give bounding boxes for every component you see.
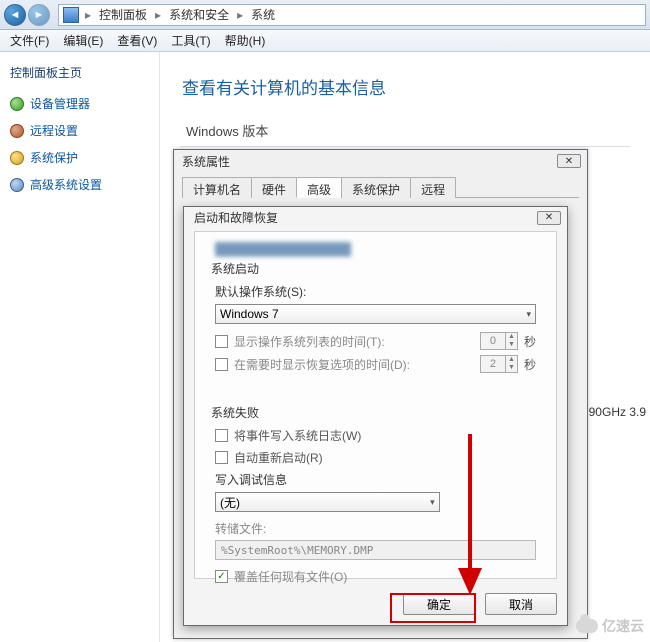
- unit-seconds: 秒: [524, 356, 536, 373]
- show-recovery-checkbox[interactable]: [215, 358, 228, 371]
- tab-strip: 计算机名 硬件 高级 系统保护 远程: [182, 176, 579, 198]
- overwrite-checkbox[interactable]: ✓: [215, 570, 228, 583]
- dump-file-path[interactable]: [215, 540, 536, 560]
- chevron-right-icon: ▸: [153, 8, 163, 22]
- nav-buttons: ◄ ►: [0, 4, 54, 26]
- menu-edit[interactable]: 编辑(E): [57, 30, 109, 51]
- recovery-time-spinner[interactable]: ▲▼: [480, 355, 518, 373]
- write-log-checkbox[interactable]: [215, 429, 228, 442]
- group-startup: 系统启动: [211, 260, 536, 277]
- cpu-ghz-fragment: .90GHz 3.9: [585, 405, 646, 419]
- cloud-icon: [576, 619, 598, 633]
- default-os-label: 默认操作系统(S):: [215, 283, 536, 300]
- startup-recovery-dialog: 启动和故障恢复 ✕ ████████████████ 系统启动 默认操作系统(S…: [183, 206, 568, 626]
- chevron-down-icon: ▾: [430, 497, 435, 508]
- tab-system-protection[interactable]: 系统保护: [341, 177, 411, 198]
- sidebar-title: 控制面板主页: [10, 64, 149, 81]
- remote-settings-icon: [10, 124, 24, 138]
- write-log-row: 将事件写入系统日志(W): [215, 427, 536, 444]
- spinner-buttons[interactable]: ▲▼: [505, 333, 517, 349]
- watermark-text: 亿速云: [602, 616, 644, 636]
- default-os-select[interactable]: Windows 7 ▾: [215, 304, 536, 324]
- select-value: Windows 7: [220, 307, 279, 321]
- nav-forward-button[interactable]: ►: [28, 4, 50, 26]
- blurred-text: ████████████████: [215, 242, 536, 256]
- address-bar: ◄ ► ▸ 控制面板 ▸ 系统和安全 ▸ 系统: [0, 0, 650, 30]
- sidebar-link-remote[interactable]: 远程设置: [10, 122, 149, 139]
- dump-file-label: 转储文件:: [215, 520, 536, 537]
- show-os-label: 显示操作系统列表的时间(T):: [234, 333, 474, 350]
- overwrite-label: 覆盖任何现有文件(O): [234, 568, 347, 585]
- windows-version-heading: Windows 版本: [186, 121, 630, 140]
- sidebar-link-protection[interactable]: 系统保护: [10, 149, 149, 166]
- sidebar-link-label: 系统保护: [30, 149, 78, 166]
- show-os-time-row: 显示操作系统列表的时间(T): ▲▼ 秒: [215, 332, 536, 350]
- tab-remote[interactable]: 远程: [410, 177, 456, 198]
- recovery-time-value[interactable]: [481, 356, 505, 372]
- sidebar-link-label: 远程设置: [30, 122, 78, 139]
- watermark: 亿速云: [576, 616, 644, 636]
- unit-seconds: 秒: [524, 333, 536, 350]
- show-recovery-time-row: 在需要时显示恢复选项的时间(D): ▲▼ 秒: [215, 355, 536, 373]
- sidebar: 控制面板主页 设备管理器 远程设置 系统保护 高级系统设置: [0, 52, 160, 642]
- select-value: (无): [220, 494, 240, 511]
- close-button[interactable]: ✕: [557, 154, 581, 168]
- dump-info-label: 写入调试信息: [215, 471, 536, 488]
- advanced-settings-icon: [10, 178, 24, 192]
- menu-bar: 文件(F) 编辑(E) 查看(V) 工具(T) 帮助(H): [0, 30, 650, 52]
- group-failure: 系统失败: [211, 404, 536, 421]
- sidebar-link-device-manager[interactable]: 设备管理器: [10, 95, 149, 112]
- dialog-body: ████████████████ 系统启动 默认操作系统(S): Windows…: [194, 231, 557, 579]
- breadcrumb[interactable]: ▸ 控制面板 ▸ 系统和安全 ▸ 系统: [58, 4, 646, 26]
- show-recovery-label: 在需要时显示恢复选项的时间(D):: [234, 356, 474, 373]
- device-manager-icon: [10, 97, 24, 111]
- cancel-button[interactable]: 取消: [485, 593, 557, 615]
- overwrite-row: ✓ 覆盖任何现有文件(O): [215, 568, 536, 585]
- sidebar-link-label: 高级系统设置: [30, 176, 102, 193]
- breadcrumb-seg-1[interactable]: 控制面板: [93, 5, 153, 25]
- show-os-checkbox[interactable]: [215, 335, 228, 348]
- breadcrumb-seg-3[interactable]: 系统: [245, 5, 281, 25]
- write-log-label: 将事件写入系统日志(W): [234, 427, 361, 444]
- chevron-right-icon: ▸: [235, 8, 245, 22]
- menu-file[interactable]: 文件(F): [4, 30, 55, 51]
- chevron-down-icon: ▾: [526, 309, 531, 320]
- divider: [180, 146, 630, 147]
- close-button[interactable]: ✕: [537, 211, 561, 225]
- breadcrumb-seg-2[interactable]: 系统和安全: [163, 5, 235, 25]
- system-protection-icon: [10, 151, 24, 165]
- control-panel-icon: [63, 7, 79, 23]
- nav-back-button[interactable]: ◄: [4, 4, 26, 26]
- dialog-title: 系统属性: [182, 153, 230, 170]
- chevron-right-icon: ▸: [83, 8, 93, 22]
- auto-restart-label: 自动重新启动(R): [234, 449, 323, 466]
- menu-help[interactable]: 帮助(H): [219, 30, 272, 51]
- ok-button[interactable]: 确定: [403, 593, 475, 615]
- tab-computer-name[interactable]: 计算机名: [182, 177, 252, 198]
- tab-hardware[interactable]: 硬件: [251, 177, 297, 198]
- sidebar-link-label: 设备管理器: [30, 95, 90, 112]
- os-time-value[interactable]: [481, 333, 505, 349]
- dump-select[interactable]: (无) ▾: [215, 492, 440, 512]
- menu-view[interactable]: 查看(V): [111, 30, 163, 51]
- auto-restart-row: 自动重新启动(R): [215, 449, 536, 466]
- auto-restart-checkbox[interactable]: [215, 451, 228, 464]
- menu-tools[interactable]: 工具(T): [165, 30, 216, 51]
- page-title: 查看有关计算机的基本信息: [182, 74, 630, 99]
- tab-advanced[interactable]: 高级: [296, 177, 342, 198]
- sidebar-link-advanced[interactable]: 高级系统设置: [10, 176, 149, 193]
- spinner-buttons[interactable]: ▲▼: [505, 356, 517, 372]
- dialog-buttons: 确定 取消: [403, 593, 557, 615]
- os-time-spinner[interactable]: ▲▼: [480, 332, 518, 350]
- dialog-title: 启动和故障恢复: [194, 209, 278, 226]
